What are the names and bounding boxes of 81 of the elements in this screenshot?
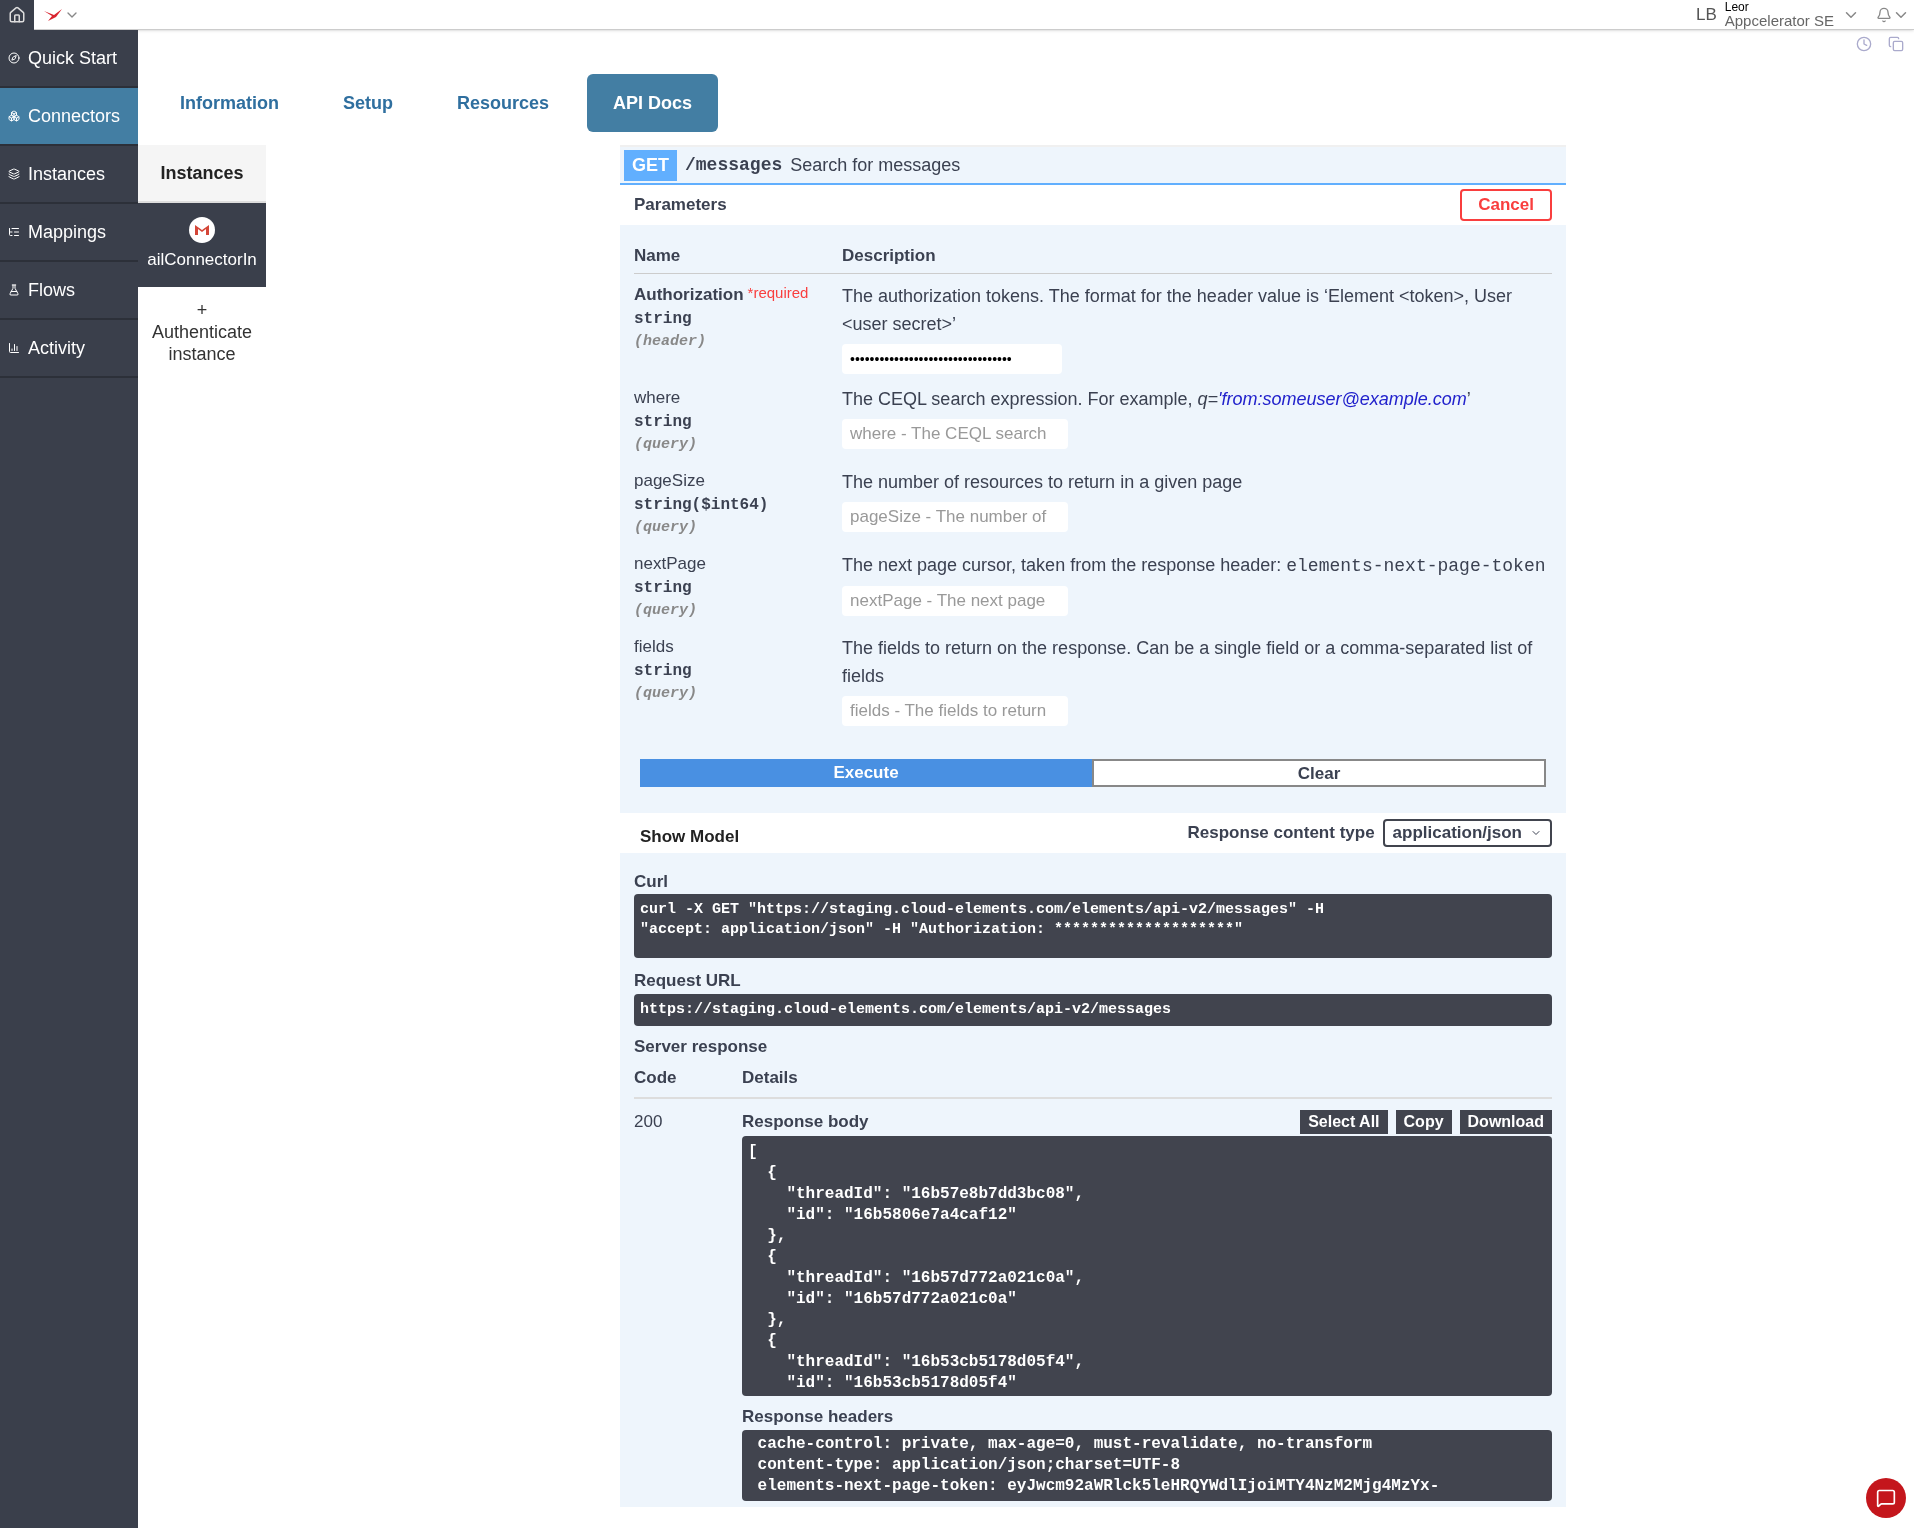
method-badge: GET xyxy=(624,149,677,181)
endpoint-path: /messages xyxy=(685,153,783,177)
response-action-button[interactable]: Select All xyxy=(1300,1110,1388,1134)
show-model-link[interactable]: Show Model xyxy=(640,815,740,850)
response-action-button[interactable]: Copy xyxy=(1395,1110,1452,1134)
response-action-button[interactable]: Download xyxy=(1459,1110,1552,1134)
parameter-name: Authorization xyxy=(634,283,744,306)
authenticate-instance-link[interactable]: Authenticate instance xyxy=(138,321,266,365)
parameter-type: string xyxy=(634,412,693,433)
clear-button[interactable]: Clear xyxy=(1092,758,1546,787)
bar-chart-icon xyxy=(8,342,20,354)
input-field[interactable]: pageSize - The number of xyxy=(842,501,1068,532)
input-field[interactable]: nextPage - The next page xyxy=(842,585,1068,616)
home-icon xyxy=(8,5,26,24)
tab[interactable]: Resources xyxy=(431,74,576,132)
sidebar-item[interactable]: Activity xyxy=(0,320,138,378)
column-heading: Name xyxy=(634,245,682,267)
flask-icon xyxy=(8,284,20,296)
content-type-select[interactable]: application/json xyxy=(1382,818,1552,847)
tab[interactable]: API Docs xyxy=(587,74,719,132)
section-title: Parameters xyxy=(634,194,727,217)
cancel-button[interactable]: Cancel xyxy=(1460,189,1552,221)
parameter-description: The number of resources to return in a given page xyxy=(842,470,1243,494)
parameter-location: (query) xyxy=(634,518,698,538)
mail-icon xyxy=(189,217,215,244)
instance-card[interactable]: ailConnectorIn xyxy=(138,203,266,287)
chat-icon xyxy=(1876,1488,1896,1508)
add-symbol[interactable]: + xyxy=(196,299,208,321)
compass-icon xyxy=(8,52,20,64)
instance-name: ailConnectorIn xyxy=(147,249,257,272)
parameter-location: (query) xyxy=(634,601,698,621)
parameter-description: The next page cursor, taken from the response header: elements-next-page-token xyxy=(842,553,1546,578)
parameter-name: nextPage xyxy=(634,552,706,575)
column-heading: Description xyxy=(842,245,936,267)
boxes-icon xyxy=(8,110,20,122)
parameter-type: string($int64) xyxy=(634,495,770,516)
column-heading: Code xyxy=(634,1067,678,1089)
required-label: *required xyxy=(747,282,809,303)
parameter-description: The fields to return on the response. Can be a single field or a comma-separated list of fields xyxy=(842,636,1534,688)
parameter-type: string xyxy=(634,661,693,682)
parameter-name: pageSize xyxy=(634,469,705,492)
home-button[interactable] xyxy=(0,0,34,30)
parameter-location: (query) xyxy=(634,684,698,704)
content-type-label: Response content type xyxy=(1187,821,1375,844)
layers-icon xyxy=(8,168,20,180)
parameter-location: (query) xyxy=(634,435,698,455)
organization-name: Appcelerator SE xyxy=(1724,13,1834,28)
user-initials: LB xyxy=(1695,3,1717,26)
list-icon xyxy=(8,226,20,238)
response-body: [ { "threadId": "16b57e8b7dd3bc08", "id": "16b5806e7a4caf12" }, { "threadId": "16b57d772a021c0a", "id": "16b57d772a021c0a" }, { "threadId": "16b53cb5178d05f4", "id": "16b53cb5178d05f4" xyxy=(742,1136,1552,1396)
section-title: Request URL xyxy=(634,970,742,992)
response-headers: cache-control: private, max-age=0, must-revalidate, no-transform content-type: application/json;charset=UTF-8 elements-next-page-token: eyJwcm92aWRlck5leHRQYWdlIjoiMTY4NzM2Mjg4MzYx- xyxy=(742,1429,1552,1501)
sidebar-item[interactable]: Connectors xyxy=(0,88,138,146)
curl-command: curl -X GET "https://staging.cloud-elements.com/elements/api-v2/messages" -H "accept: application/json" -H "Authorization: ********************" xyxy=(634,894,1552,958)
tab[interactable]: Information xyxy=(154,74,305,132)
endpoint-summary: Search for messages xyxy=(790,153,961,177)
parameter-type: string xyxy=(634,309,693,330)
user-name: Leor xyxy=(1724,1,1750,13)
chat-button[interactable] xyxy=(1866,1478,1906,1518)
parameter-type: string xyxy=(634,578,693,599)
response-code: 200 xyxy=(634,1110,664,1133)
column-heading: Details xyxy=(742,1067,798,1089)
parameter-location: (header) xyxy=(634,332,707,352)
panel-title: Instances xyxy=(138,145,266,203)
input-field[interactable]: fields - The fields to return xyxy=(842,695,1068,726)
section-title: Response body xyxy=(742,1110,869,1133)
clock-icon[interactable] xyxy=(1856,36,1872,52)
notifications-icon[interactable] xyxy=(1876,6,1892,23)
input-field[interactable]: where - The CEQL search xyxy=(842,418,1068,449)
parameter-description: The authorization tokens. The format for the header value is ‘Element <token>, User <user secret>’ xyxy=(842,284,1514,336)
section-title: Response headers xyxy=(742,1406,895,1428)
parameter-name: where xyxy=(634,386,681,409)
example-link[interactable]: 'from:someuser@example.com xyxy=(1218,388,1467,409)
parameter-description: The CEQL search expression. For example, q='from:someuser@example.com’ xyxy=(842,387,1471,411)
copy-icon[interactable] xyxy=(1888,36,1904,52)
parameter-name: fields xyxy=(634,635,674,658)
section-title: Server response xyxy=(634,1035,769,1058)
request-url: https://staging.cloud-elements.com/elements/api-v2/messages xyxy=(634,993,1552,1026)
tab[interactable]: Setup xyxy=(317,74,419,132)
section-title: Curl xyxy=(634,870,669,893)
input-field[interactable]: ••••••••••••••••••••••••••••••••• xyxy=(842,343,1062,374)
